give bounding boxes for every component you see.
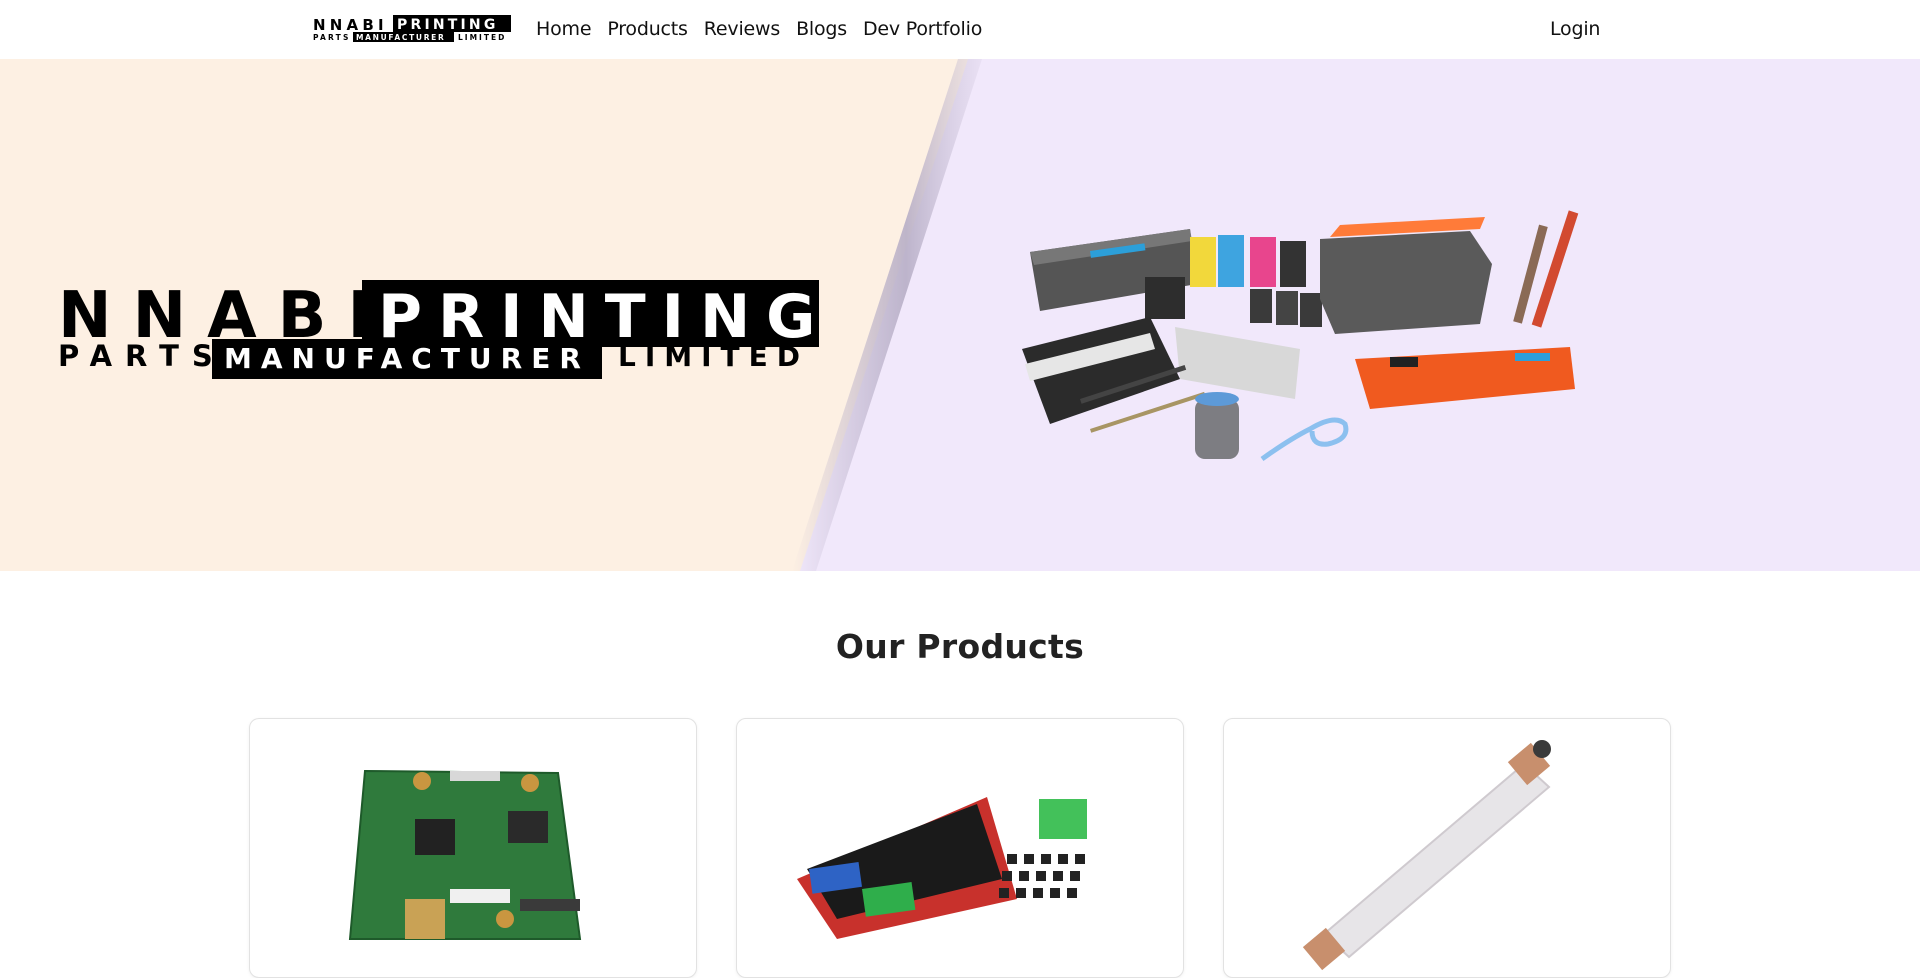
formatter-board-image bbox=[348, 769, 582, 940]
main-nav: Home Products Reviews Blogs Dev Portfoli… bbox=[536, 16, 982, 42]
hero-graphic: NNABI PRINTING PARTS MANUFACTURER LIMITE… bbox=[0, 59, 1920, 571]
product-card[interactable] bbox=[736, 718, 1184, 978]
nav-home[interactable]: Home bbox=[536, 16, 592, 42]
nav-dev-portfolio[interactable]: Dev Portfolio bbox=[863, 16, 982, 42]
hero-logo-manufacturer: MANUFACTURER bbox=[224, 342, 590, 375]
products-heading: Our Products bbox=[835, 627, 1085, 666]
product-card[interactable] bbox=[249, 718, 697, 978]
fuser-roller-image bbox=[1302, 740, 1551, 971]
hero-banner: NNABI PRINTING PARTS MANUFACTURER LIMITE… bbox=[0, 59, 1920, 571]
hero-logo-limited: LIMITED bbox=[618, 340, 809, 373]
pickup-roller bbox=[1195, 392, 1239, 459]
nav-products[interactable]: Products bbox=[607, 16, 688, 42]
products-grid bbox=[249, 718, 1671, 978]
logo-parts: PARTS bbox=[313, 33, 351, 42]
hero-logo: NNABI PRINTING PARTS MANUFACTURER LIMITE… bbox=[58, 279, 819, 379]
drum-unit bbox=[1320, 217, 1492, 334]
logo-nnabi: NNABI bbox=[313, 16, 388, 34]
logo-printing: PRINTING bbox=[397, 17, 499, 33]
hero-logo-parts: PARTS bbox=[58, 339, 226, 373]
product-card[interactable] bbox=[1223, 718, 1671, 978]
brand-logo[interactable]: NNABI PRINTING PARTS MANUFACTURER LIMITE… bbox=[313, 15, 511, 42]
logo-manufacturer: MANUFACTURER bbox=[356, 33, 446, 42]
logo-limited: LIMITED bbox=[458, 33, 506, 42]
login-link[interactable]: Login bbox=[1550, 16, 1600, 42]
controller-board-image bbox=[797, 797, 1087, 939]
nav-reviews[interactable]: Reviews bbox=[704, 16, 780, 42]
navbar: NNABI PRINTING PARTS MANUFACTURER LIMITE… bbox=[0, 0, 1920, 59]
nav-blogs[interactable]: Blogs bbox=[796, 16, 847, 42]
